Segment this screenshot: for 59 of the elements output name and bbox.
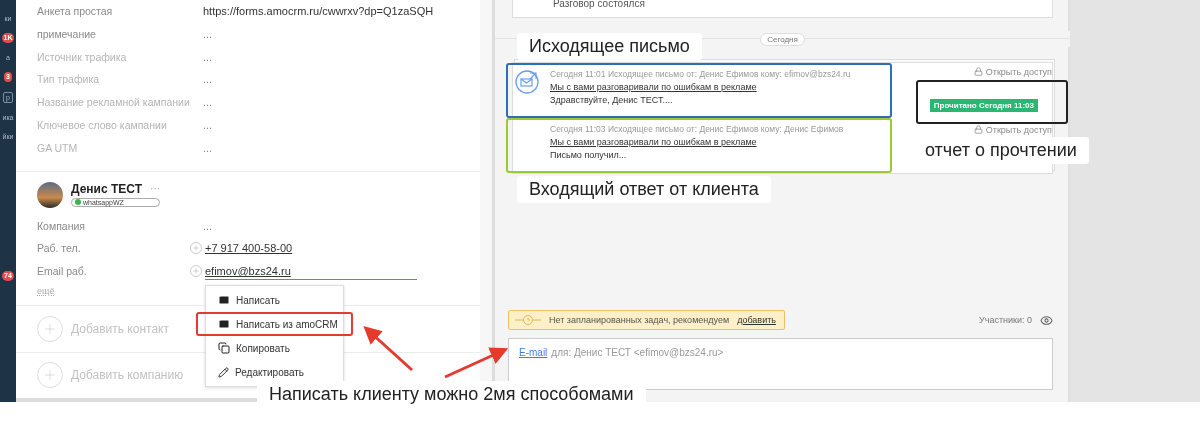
add-task-link[interactable]: добавить: [737, 315, 776, 325]
pencil-icon: [218, 366, 229, 378]
whatsapp-icon: [75, 199, 81, 206]
recipient-text: для: Денис ТЕСТ <efimov@bzs24.ru>: [551, 347, 724, 358]
email-subject[interactable]: Мы с вами разговаривали по ошибкам в рекламе: [550, 82, 851, 92]
phone-link[interactable]: +7 917 400-58-00: [205, 242, 293, 255]
annotation-label: Исходящее письмо: [517, 33, 702, 60]
annotation-arrow: [444, 347, 509, 379]
menu-item[interactable]: Написать из amoCRM: [196, 312, 353, 336]
lock-icon: [973, 67, 983, 76]
note-text: Разговор состоялся: [553, 0, 645, 9]
field-label: GA UTM: [37, 141, 79, 154]
date-divider: Сегодня: [760, 32, 805, 46]
field-value[interactable]: ...: [203, 73, 213, 86]
annotation-arrow: [363, 325, 413, 372]
field-label: Ключевое слово кампании: [37, 118, 168, 131]
field-label: Анкета простая: [37, 5, 114, 18]
field-value[interactable]: ...: [203, 96, 213, 109]
email-field[interactable]: efimov@bzs24.ru: [205, 265, 417, 281]
field-value[interactable]: ...: [203, 219, 213, 232]
email-subject[interactable]: Мы с вами разговаривали по ошибкам в рекламе: [550, 137, 844, 147]
email-meta: Сегодня 11:03 Исходящее письмо от: Денис Ефимов кому: Денис Ефимов: [550, 124, 844, 134]
field-value[interactable]: https://forms.amocrm.ru/cwwrxv?dp=Q1zaSQH: [203, 5, 434, 18]
contact-name[interactable]: Денис ТЕСТ: [71, 181, 143, 196]
lock-icon: [973, 125, 983, 134]
access-link[interactable]: Открыть доступ: [985, 125, 1052, 135]
email-entry[interactable]: Сегодня 11:03 Исходящее письмо от: Денис Ефимов кому: Денис Ефимов Мы с вами разговаривали по ошибкам в рекламе Письмо получил...: [506, 118, 892, 173]
field-label: Раб. тел.: [37, 242, 82, 255]
menu-item-label: Написать из amoCRM: [236, 318, 338, 330]
field-label: Email раб.: [37, 265, 88, 278]
access-link[interactable]: Открыть доступ: [985, 67, 1052, 77]
clock-icon: [515, 314, 541, 326]
menu-item[interactable]: Написать: [206, 288, 343, 312]
menu-item[interactable]: Редактировать: [206, 360, 343, 384]
avatar: [37, 181, 63, 208]
annotation-label: Входящий ответ от клиента: [517, 176, 771, 203]
email-preview: Здравствуйте, Денис ТЕСТ....: [550, 95, 674, 105]
field-label: Компания: [37, 219, 87, 232]
menu-item-label: Копировать: [236, 342, 290, 354]
field-label: Название рекламной кампании: [37, 96, 191, 109]
email-meta: Сегодня 11:01 Исходящее письмо от: Денис Ефимов кому: efimov@bzs24.ru: [550, 69, 851, 79]
field-label: Тип трафика: [37, 73, 101, 86]
menu-item-label: Редактировать: [235, 366, 305, 378]
participants-count: Участники: 0: [979, 315, 1032, 325]
copy-icon: [218, 342, 230, 354]
channel-link[interactable]: E-mail: [519, 347, 548, 358]
menu-item-label: Написать: [236, 294, 280, 306]
field-value[interactable]: ...: [203, 28, 213, 41]
email-preview: Письмо получил...: [550, 150, 628, 160]
email-entry[interactable]: Сегодня 11:01 Исходящее письмо от: Денис Ефимов кому: efimov@bzs24.ru Мы с вами разговаривали по ошибкам в рекламе Здравствуйте, Денис ТЕСТ....: [506, 63, 892, 118]
task-notice-text: Нет запланированных задач, рекомендуем: [549, 315, 730, 325]
field-value[interactable]: ...: [203, 118, 213, 131]
field-label: примечание: [37, 28, 97, 41]
field-value[interactable]: ...: [203, 141, 213, 154]
read-receipt-badge: Прочитано Сегодня 11:03: [929, 99, 1038, 112]
field-value[interactable]: ...: [203, 50, 213, 63]
menu-item[interactable]: Копировать: [206, 336, 343, 360]
field-label: Источник трафика: [37, 50, 128, 63]
eye-icon[interactable]: [1040, 313, 1053, 327]
